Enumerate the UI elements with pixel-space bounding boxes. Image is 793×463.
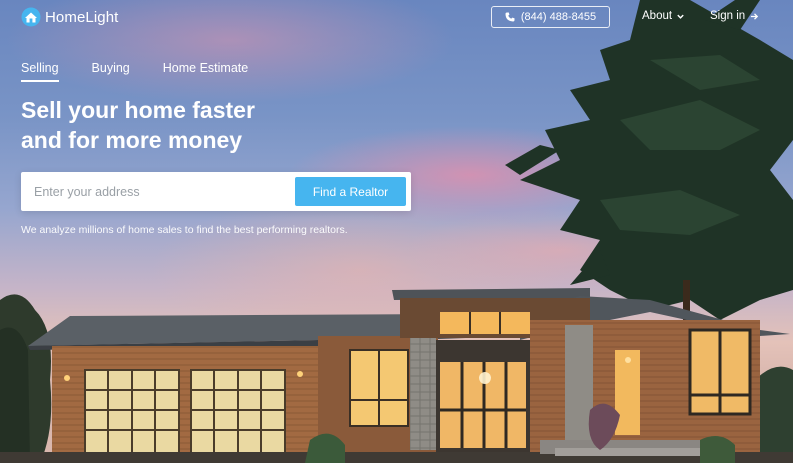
tab-home-estimate[interactable]: Home Estimate — [163, 61, 248, 82]
homelight-logo[interactable]: HomeLight — [21, 7, 118, 27]
about-menu[interactable]: About — [642, 10, 685, 22]
phone-number: (844) 488-8455 — [520, 11, 597, 23]
sign-in-label: Sign in — [710, 10, 746, 22]
headline-line-2: and for more money — [21, 127, 243, 153]
hero-headline: Sell your home faster and for more money — [21, 95, 381, 155]
phone-button[interactable]: (844) 488-8455 — [491, 6, 610, 28]
tab-buying[interactable]: Buying — [92, 61, 130, 82]
about-label: About — [642, 10, 673, 22]
sign-in-link[interactable]: Sign in — [710, 10, 759, 22]
house-logo-icon — [21, 7, 41, 27]
hero-tabs: Selling Buying Home Estimate — [21, 61, 281, 82]
tab-selling[interactable]: Selling — [21, 61, 59, 82]
headline-line-1: Sell your home faster — [21, 97, 255, 123]
phone-icon — [505, 12, 515, 22]
address-search-bar: Find a Realtor — [21, 172, 411, 211]
chevron-down-icon — [677, 14, 684, 19]
hero-tagline: We analyze millions of home sales to fin… — [21, 224, 348, 236]
arrow-right-icon — [751, 12, 759, 20]
address-input[interactable] — [21, 172, 293, 211]
brand-name: HomeLight — [45, 8, 119, 26]
find-realtor-button[interactable]: Find a Realtor — [295, 177, 406, 206]
